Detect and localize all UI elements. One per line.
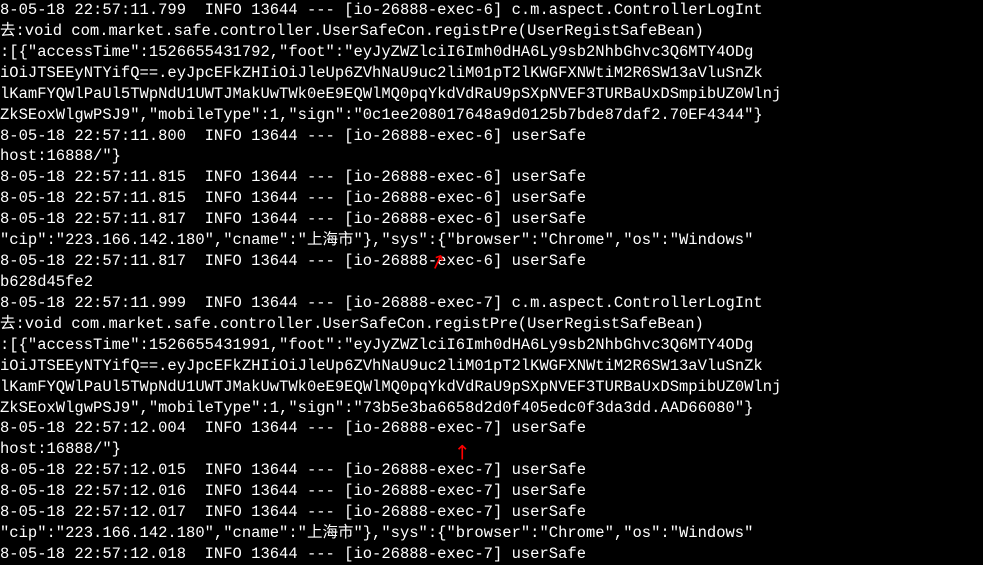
log-output: 8-05-18 22:57:11.799 INFO 13644 --- [io-…: [0, 0, 983, 565]
log-line: lKamFYQWlPaUl5TWpNdU1UWTJMakUwTWk0eE9EQW…: [0, 377, 983, 398]
log-line: 8-05-18 22:57:12.016 INFO 13644 --- [io-…: [0, 481, 983, 502]
log-line: ZkSEoxWlgwPSJ9","mobileType":1,"sign":"0…: [0, 105, 983, 126]
log-line: b628d45fe2: [0, 272, 983, 293]
log-line: :[{"accessTime":1526655431991,"foot":"ey…: [0, 335, 983, 356]
log-line: 8-05-18 22:57:12.018 INFO 13644 --- [io-…: [0, 544, 983, 565]
log-line: host:16888/"}: [0, 146, 983, 167]
log-line: 8-05-18 22:57:11.817 INFO 13644 --- [io-…: [0, 251, 983, 272]
log-line: 8-05-18 22:57:11.815 INFO 13644 --- [io-…: [0, 188, 983, 209]
log-line: 去:void com.market.safe.controller.UserSa…: [0, 21, 983, 42]
log-line: 去:void com.market.safe.controller.UserSa…: [0, 314, 983, 335]
log-line: iOiJTSEEyNTYifQ==.eyJpcEFkZHIiOiJleUp6ZV…: [0, 63, 983, 84]
log-line: 8-05-18 22:57:11.799 INFO 13644 --- [io-…: [0, 0, 983, 21]
log-line: 8-05-18 22:57:12.004 INFO 13644 --- [io-…: [0, 418, 983, 439]
log-line: host:16888/"}: [0, 439, 983, 460]
log-line: 8-05-18 22:57:11.999 INFO 13644 --- [io-…: [0, 293, 983, 314]
log-line: "cip":"223.166.142.180","cname":"上海市"},"…: [0, 230, 983, 251]
log-line: "cip":"223.166.142.180","cname":"上海市"},"…: [0, 523, 983, 544]
log-line: 8-05-18 22:57:11.800 INFO 13644 --- [io-…: [0, 126, 983, 147]
log-line: :[{"accessTime":1526655431792,"foot":"ey…: [0, 42, 983, 63]
log-line: 8-05-18 22:57:11.815 INFO 13644 --- [io-…: [0, 167, 983, 188]
log-line: 8-05-18 22:57:11.817 INFO 13644 --- [io-…: [0, 209, 983, 230]
log-line: 8-05-18 22:57:12.017 INFO 13644 --- [io-…: [0, 502, 983, 523]
log-line: lKamFYQWlPaUl5TWpNdU1UWTJMakUwTWk0eE9EQW…: [0, 84, 983, 105]
log-line: 8-05-18 22:57:12.015 INFO 13644 --- [io-…: [0, 460, 983, 481]
log-line: iOiJTSEEyNTYifQ==.eyJpcEFkZHIiOiJleUp6ZV…: [0, 356, 983, 377]
log-line: ZkSEoxWlgwPSJ9","mobileType":1,"sign":"7…: [0, 398, 983, 419]
